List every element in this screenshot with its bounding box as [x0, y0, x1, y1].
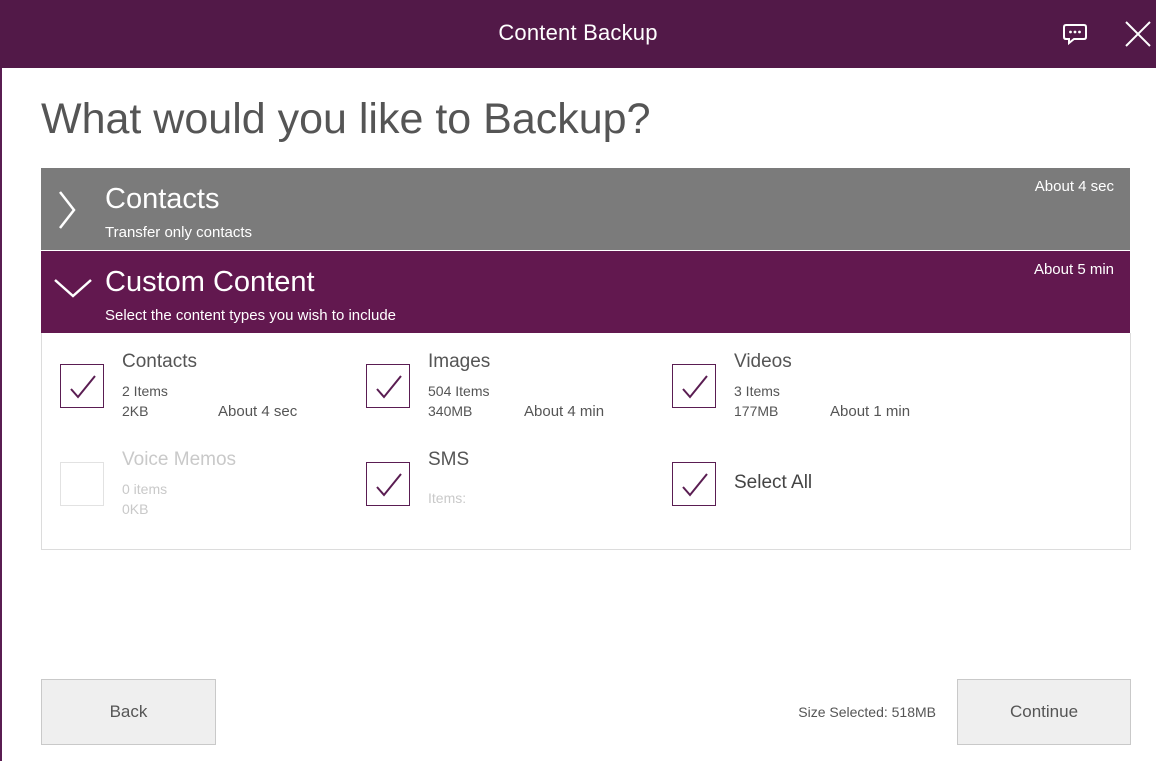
custom-content-panel: Contacts 2 Items 2KB About 4 sec Images … [41, 333, 1131, 550]
item-time: About 4 sec [218, 403, 298, 420]
section-title: Contacts [105, 183, 220, 215]
voice-memos-checkbox [60, 462, 104, 506]
window-border [0, 0, 2, 761]
item-time: About 4 min [524, 403, 605, 420]
select-all-label[interactable]: Select All [734, 472, 812, 494]
section-time: About 5 min [1033, 261, 1114, 278]
checkmark-icon [376, 375, 402, 399]
checkmark-icon [682, 473, 708, 497]
item-time: About 1 min [830, 403, 911, 420]
feedback-icon[interactable] [1062, 22, 1088, 51]
videos-checkbox[interactable] [672, 364, 716, 408]
images-checkbox[interactable] [366, 364, 410, 408]
item-size: 2KB [122, 403, 149, 419]
continue-button[interactable]: Continue [957, 679, 1131, 745]
item-count: 2 Items [122, 383, 168, 399]
section-subtitle: Transfer only contacts [105, 224, 253, 241]
window-title: Content Backup [498, 20, 658, 45]
chevron-down-icon [53, 277, 93, 304]
page-title: What would you like to Backup? [41, 95, 651, 143]
item-name: Voice Memos [122, 449, 237, 470]
chevron-right-icon [57, 190, 77, 235]
select-all-checkbox[interactable] [672, 462, 716, 506]
checkmark-icon [682, 375, 708, 399]
size-selected-label: Size Selected: 518MB [798, 704, 936, 720]
item-name: Videos [734, 351, 792, 372]
section-contacts[interactable]: Contacts Transfer only contacts About 4 … [41, 168, 1130, 250]
section-custom-content[interactable]: Custom Content Select the content types … [41, 251, 1130, 333]
back-button[interactable]: Back [41, 679, 216, 745]
sms-checkbox[interactable] [366, 462, 410, 506]
checkmark-icon [70, 375, 96, 399]
item-count: 0 items [122, 481, 168, 497]
item-count: 3 Items [734, 383, 780, 399]
item-size: 177MB [734, 403, 779, 419]
title-bar: Content Backup [0, 0, 1156, 68]
item-name: Images [428, 351, 491, 372]
item-count: Items: [428, 490, 467, 506]
section-title: Custom Content [105, 266, 315, 298]
item-count: 504 Items [428, 383, 490, 399]
close-icon[interactable] [1124, 20, 1152, 53]
contacts-checkbox[interactable] [60, 364, 104, 408]
item-name: SMS [428, 449, 470, 470]
item-size: 0KB [122, 501, 149, 517]
section-subtitle: Select the content types you wish to inc… [105, 307, 397, 324]
item-name: Contacts [122, 351, 197, 372]
section-time: About 4 sec [1034, 178, 1114, 195]
item-size: 340MB [428, 403, 473, 419]
checkmark-icon [376, 473, 402, 497]
